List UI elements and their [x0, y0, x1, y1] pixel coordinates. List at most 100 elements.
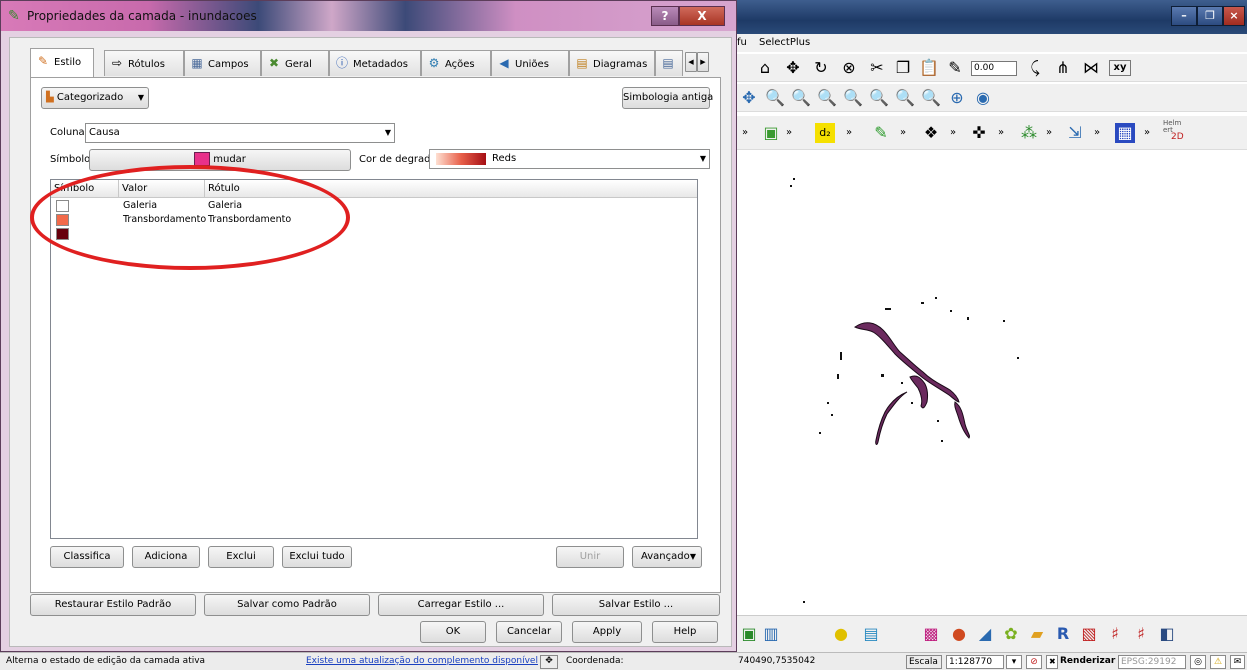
reshape-icon[interactable]: ⤹	[1025, 58, 1045, 78]
cancel-button[interactable]: Cancelar	[496, 621, 562, 643]
delete-button[interactable]: Exclui	[208, 546, 274, 568]
tolerance-spinbox[interactable]: 0.00	[971, 61, 1017, 76]
close-main-button[interactable]: ×	[1223, 6, 1245, 26]
r-plugin-icon[interactable]: R	[1053, 624, 1073, 644]
xml-tool-icon[interactable]: ▧	[1079, 624, 1099, 644]
scale-dropdown-arrow-icon[interactable]: ▾	[1006, 655, 1022, 669]
xy-tool-icon[interactable]: xy	[1109, 60, 1131, 76]
tab-acoes[interactable]: ⚙ Ações	[421, 50, 491, 76]
merge-icon[interactable]: ⋈	[1081, 58, 1101, 78]
join-button[interactable]: Unir	[556, 546, 624, 568]
save-as-default-button[interactable]: Salvar como Padrão	[204, 594, 370, 616]
classify-button[interactable]: Classifica	[50, 546, 124, 568]
help-button[interactable]: Help	[652, 621, 718, 643]
overflow-chevron-icon[interactable]: »	[1039, 123, 1059, 143]
tab-rotulos[interactable]: ⇨ Rótulos	[104, 50, 184, 76]
identify-icon[interactable]: ⊕	[947, 88, 967, 108]
grid-tool-icon[interactable]: ♯	[1105, 624, 1125, 644]
export-tool-icon[interactable]: ◧	[1157, 624, 1177, 644]
minimize-button[interactable]: –	[1171, 6, 1197, 26]
zoom-out-icon[interactable]: 🔍	[791, 88, 811, 108]
distance-icon[interactable]: d₂	[815, 123, 835, 143]
delete-icon[interactable]: ⊗	[839, 58, 859, 78]
zoom-full-icon[interactable]: 🔍	[817, 88, 837, 108]
coordinate-toggle-icon[interactable]: ✥	[540, 655, 558, 669]
tab-scroll-right-button[interactable]: ▶	[697, 52, 709, 72]
hash-tool-icon[interactable]: ♯	[1131, 624, 1151, 644]
zoom-in-icon[interactable]: 🔍	[765, 88, 785, 108]
map-canvas[interactable]	[735, 152, 1247, 615]
folder-tool-icon[interactable]: ▰	[1027, 624, 1047, 644]
bulb-icon[interactable]: ●	[831, 624, 851, 644]
zoom-next-icon[interactable]: 🔍	[921, 88, 941, 108]
scale-combo[interactable]: 1:128770	[946, 655, 1004, 669]
overflow-chevron-icon[interactable]: »	[893, 123, 913, 143]
edit-plugin-icon[interactable]: ✎	[871, 123, 891, 143]
helmert-icon[interactable]: Helm ert 2D	[1163, 120, 1189, 146]
pan-icon[interactable]: ✥	[739, 88, 759, 108]
raster-icon[interactable]: ▦	[1115, 123, 1135, 143]
maximize-button[interactable]: ❐	[1197, 6, 1223, 26]
node-tool-icon[interactable]: ⌂	[755, 58, 775, 78]
apply-button[interactable]: Apply	[572, 621, 642, 643]
overflow-chevron-icon[interactable]: »	[779, 123, 799, 143]
renderer-type-combo[interactable]: ▙ Categorizado ▼	[41, 87, 149, 109]
zoom-last-icon[interactable]: 🔍	[895, 88, 915, 108]
gis-plugin-icon[interactable]: ▣	[739, 624, 759, 644]
coordinate-capture-icon[interactable]: ✜	[969, 123, 989, 143]
tab-estilo[interactable]: ✎ Estilo	[30, 48, 94, 78]
dialog-close-button[interactable]: X	[679, 6, 725, 26]
zoom-selection-icon[interactable]: 🔍	[869, 88, 889, 108]
save-style-button[interactable]: Salvar Estilo ...	[552, 594, 720, 616]
rotate-feature-icon[interactable]: ↻	[811, 58, 831, 78]
gps-icon[interactable]: ❖	[921, 123, 941, 143]
tab-geral[interactable]: ✖ Geral	[261, 50, 329, 76]
tab-unioes[interactable]: ◀ Uniões	[491, 50, 569, 76]
ok-button[interactable]: OK	[420, 621, 486, 643]
projection-icon[interactable]: ◎	[1190, 655, 1206, 669]
delete-all-button[interactable]: Exclui tudo	[282, 546, 352, 568]
add-layer-icon[interactable]: ▣	[761, 123, 781, 143]
import-icon[interactable]: ⇲	[1065, 123, 1085, 143]
copy-icon[interactable]: ❐	[893, 58, 913, 78]
table-tool-icon[interactable]: ▤	[861, 624, 881, 644]
restore-default-style-button[interactable]: Restaurar Estilo Padrão	[30, 594, 196, 616]
chart-icon[interactable]: ▥	[761, 624, 781, 644]
color-tool-icon[interactable]: ▩	[921, 624, 941, 644]
menu-item-selectplus[interactable]: SelectPlus	[759, 34, 810, 52]
cut-icon[interactable]: ✂	[867, 58, 887, 78]
zoom-layer-icon[interactable]: 🔍	[843, 88, 863, 108]
render-checkbox[interactable]: ✖	[1046, 655, 1058, 669]
menu-item-fu[interactable]: fu	[737, 34, 747, 52]
overflow-chevron-icon[interactable]: »	[839, 123, 859, 143]
vector-tool-icon[interactable]: ◢	[975, 624, 995, 644]
warning-icon[interactable]: ⚠	[1210, 655, 1226, 669]
overflow-chevron-icon[interactable]: »	[1087, 123, 1107, 143]
refresh-icon[interactable]: ◉	[973, 88, 993, 108]
color-ramp-combo[interactable]: Reds ▼	[429, 149, 710, 169]
dialog-help-button[interactable]: ?	[651, 6, 679, 26]
simplify-icon[interactable]: ✎	[945, 58, 965, 78]
overflow-chevron-icon[interactable]: »	[943, 123, 963, 143]
tab-diagramas[interactable]: ▤ Diagramas	[569, 50, 655, 76]
old-symbology-button[interactable]: Simbologia antiga	[622, 87, 713, 109]
plugin-update-link[interactable]: Existe uma atualização do complemento di…	[306, 656, 538, 666]
load-style-button[interactable]: Carregar Estilo ...	[378, 594, 544, 616]
tab-campos[interactable]: ▦ Campos	[184, 50, 261, 76]
paste-icon[interactable]: 📋	[919, 58, 939, 78]
tab-metadados[interactable]: ⓘ Metadados	[329, 50, 421, 76]
leaf-tool-icon[interactable]: ✿	[1001, 624, 1021, 644]
tab-scroll-left-button[interactable]: ◀	[685, 52, 697, 72]
overflow-chevron-icon[interactable]: »	[991, 123, 1011, 143]
scale-lock-icon[interactable]: ⊘	[1026, 655, 1042, 669]
network-icon[interactable]: ⁂	[1019, 123, 1039, 143]
split-icon[interactable]: ⋔	[1053, 58, 1073, 78]
messages-icon[interactable]: ✉	[1230, 655, 1245, 669]
dot-tool-icon[interactable]: ●	[949, 624, 969, 644]
overflow-chevron-icon[interactable]: »	[735, 123, 755, 143]
crs-status[interactable]: EPSG:29192	[1118, 655, 1186, 669]
column-combo[interactable]: Causa ▼	[85, 123, 395, 143]
add-button[interactable]: Adiciona	[132, 546, 200, 568]
move-feature-icon[interactable]: ✥	[783, 58, 803, 78]
advanced-button[interactable]: Avançado ▼	[632, 546, 702, 568]
